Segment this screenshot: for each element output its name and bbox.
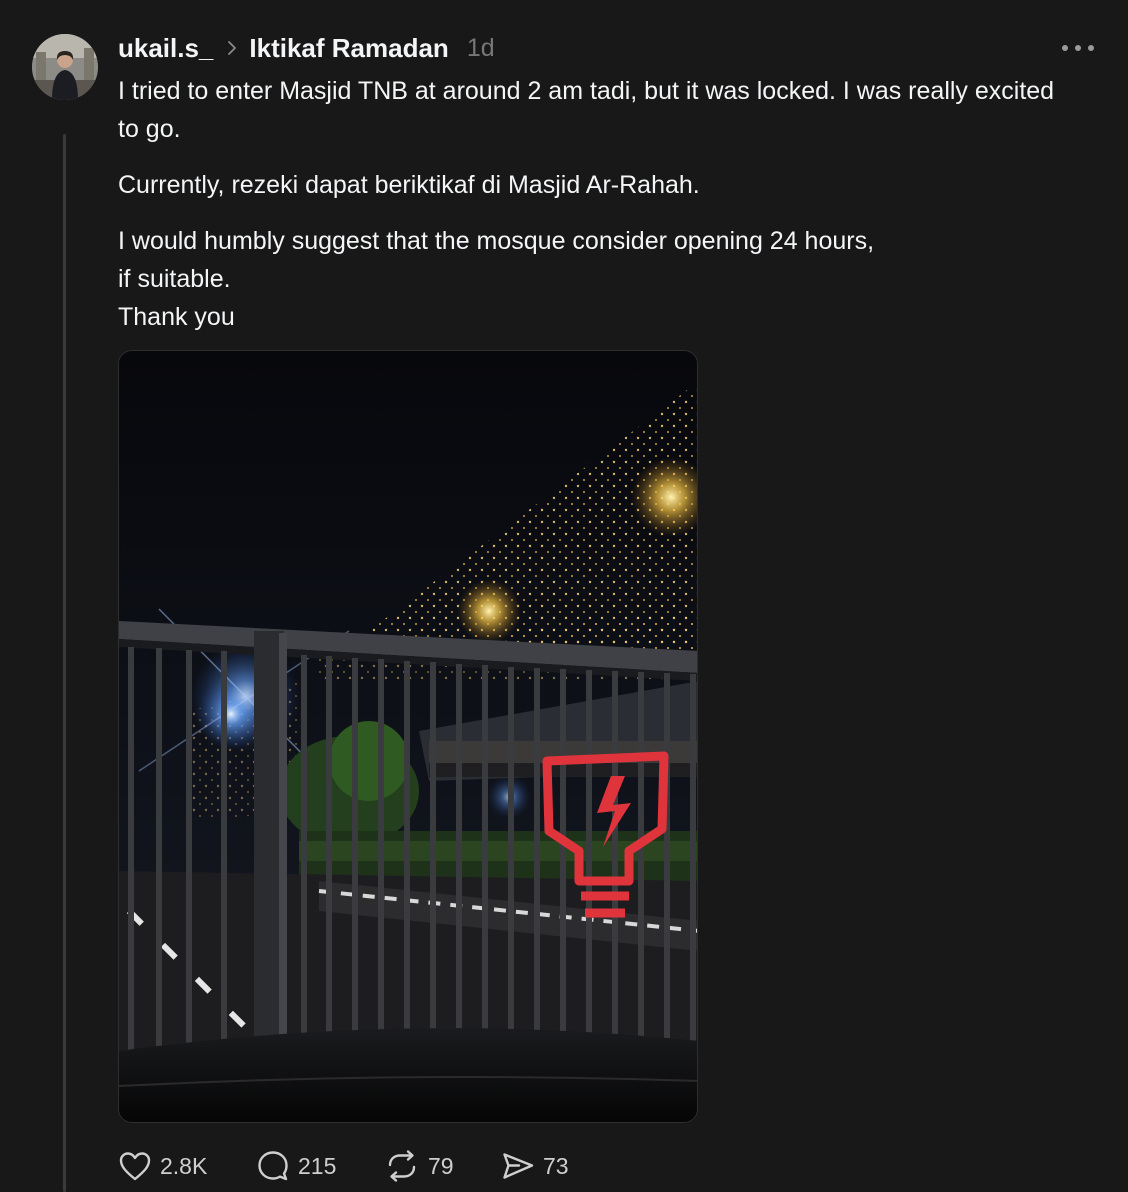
post-text-line: I tried to enter Masjid TNB at around 2 … <box>118 77 1055 143</box>
locked-gate-night-photo <box>119 351 697 1122</box>
more-options-button[interactable] <box>1058 36 1098 60</box>
post-photo[interactable] <box>118 350 698 1123</box>
thread-line <box>63 134 66 1192</box>
reply-button[interactable]: 215 <box>256 1149 384 1183</box>
post-text-line: Currently, rezeki dapat beriktikaf di Ma… <box>118 171 700 199</box>
share-count: 73 <box>543 1152 569 1179</box>
like-count: 2.8K <box>160 1152 208 1179</box>
avatar[interactable] <box>32 34 98 100</box>
repost-count: 79 <box>428 1152 454 1179</box>
avatar-photo <box>32 34 98 100</box>
post-timestamp[interactable]: 1d <box>467 34 495 63</box>
community-link[interactable]: Iktikaf Ramadan <box>249 33 448 64</box>
post-paragraph: I would humbly suggest that the mosque c… <box>118 222 1078 336</box>
reply-count: 215 <box>298 1152 337 1179</box>
post-text-line: I would humbly suggest that the mosque c… <box>118 227 875 255</box>
repost-button[interactable]: 79 <box>384 1149 501 1183</box>
share-button[interactable]: 73 <box>501 1150 569 1182</box>
speech-bubble-icon <box>258 1151 288 1181</box>
post-text-line: Thank you <box>118 303 235 331</box>
send-icon <box>503 1153 534 1179</box>
like-button[interactable]: 2.8K <box>118 1150 256 1182</box>
action-bar: 2.8K 215 79 73 <box>118 1146 569 1186</box>
more-horizontal-icon <box>1062 45 1094 51</box>
heart-icon <box>119 1152 151 1181</box>
username-link[interactable]: ukail.s_ <box>118 33 213 64</box>
post-body: I tried to enter Masjid TNB at around 2 … <box>118 72 1078 354</box>
chevron-right-icon <box>227 40 237 56</box>
post-paragraph: I tried to enter Masjid TNB at around 2 … <box>118 72 1078 148</box>
post-text-line: if suitable. <box>118 265 231 293</box>
thread-post: ukail.s_ Iktikaf Ramadan 1d I tried to e… <box>0 0 1128 1192</box>
post-paragraph: Currently, rezeki dapat beriktikaf di Ma… <box>118 166 1078 204</box>
repost-arrows-icon <box>388 1150 416 1182</box>
post-header: ukail.s_ Iktikaf Ramadan 1d <box>118 30 495 66</box>
